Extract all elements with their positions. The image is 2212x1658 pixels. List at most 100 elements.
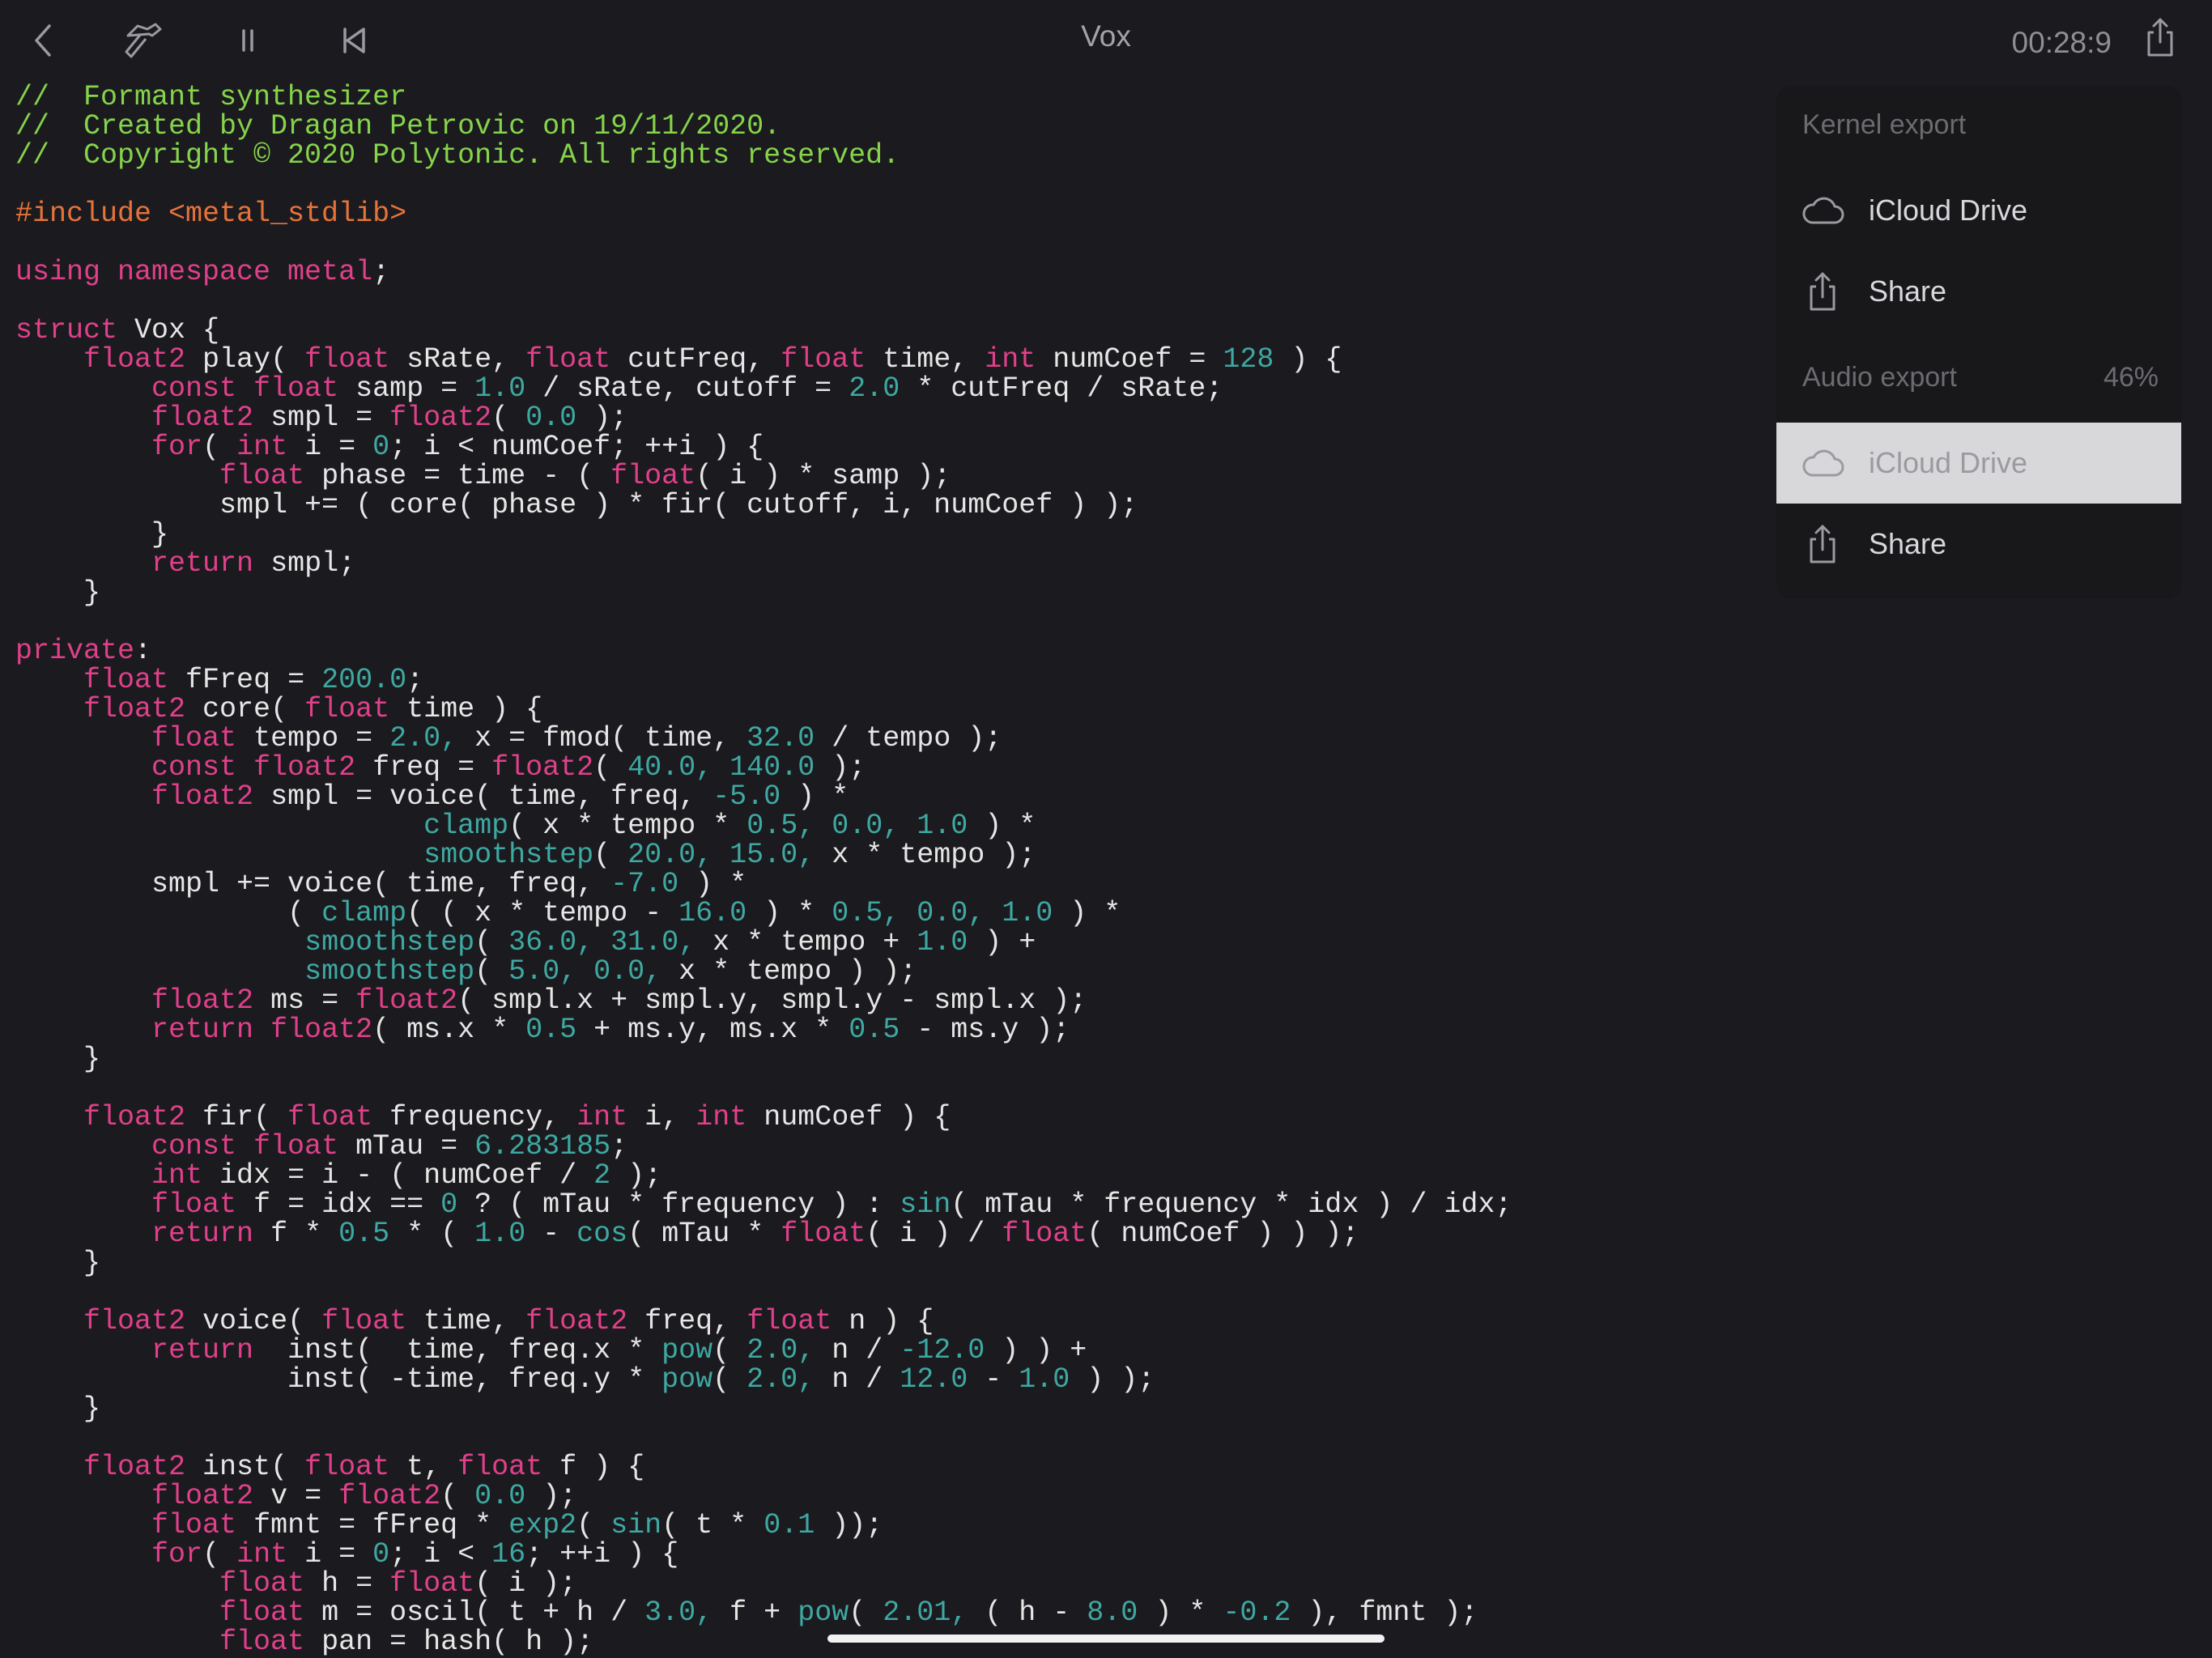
- code-line: private:: [15, 636, 1512, 665]
- code-token-default: time,: [406, 1305, 526, 1337]
- audio-share-item[interactable]: Share: [1776, 504, 2181, 585]
- code-editor[interactable]: // Formant synthesizer// Created by Drag…: [15, 83, 1512, 1656]
- menu-item-label: iCloud Drive: [1869, 193, 2028, 227]
- code-token-number: smoothstep: [304, 926, 475, 959]
- code-line: return f * 0.5 * ( 1.0 - cos( mTau * flo…: [15, 1219, 1512, 1248]
- code-line: const float2 freq = float2( 40.0, 140.0 …: [15, 753, 1512, 782]
- code-token-default: ( smpl.x + smpl.y, smpl.y - smpl.x );: [457, 984, 1087, 1017]
- code-token-default: x * tempo +: [696, 926, 917, 959]
- menu-item-label: Share: [1869, 527, 1947, 560]
- code-line: float tempo = 2.0, x = fmod( time, 32.0 …: [15, 724, 1512, 753]
- code-line: }: [15, 1248, 1512, 1278]
- code-line: return inst( time, freq.x * pow( 2.0, n …: [15, 1336, 1512, 1365]
- share-icon: [1799, 521, 1846, 568]
- code-token-number: pow: [661, 1334, 713, 1367]
- code-line: }: [15, 520, 1512, 549]
- code-token-default: [15, 547, 151, 580]
- code-token-keyword: float: [151, 1509, 237, 1541]
- code-token-default: [15, 664, 83, 696]
- code-line: struct Vox {: [15, 316, 1512, 345]
- code-token-default: [15, 1305, 83, 1337]
- code-token-number: 40.0, 140.0: [627, 751, 815, 784]
- code-token-number: 16.0: [678, 897, 747, 929]
- code-token-default: f ) {: [542, 1451, 645, 1483]
- code-token-number: -12.0: [900, 1334, 985, 1367]
- code-token-default: / tempo );: [815, 722, 1002, 755]
- code-line: float2 play( float sRate, float cutFreq,…: [15, 345, 1512, 374]
- code-token-default: ( mTau * frequency * idx ) / idx;: [951, 1188, 1512, 1221]
- code-token-number: 0.5: [525, 1014, 577, 1046]
- code-line: smoothstep( 20.0, 15.0, x * tempo );: [15, 840, 1512, 869]
- code-token-number: 20.0, 15.0,: [627, 839, 815, 871]
- code-token-number: 0: [372, 431, 390, 463]
- code-token-keyword: float: [321, 1305, 407, 1337]
- code-token-keyword: float2: [525, 1305, 628, 1337]
- code-token-keyword: float: [83, 664, 169, 696]
- code-line: float2 ms = float2( smpl.x + smpl.y, smp…: [15, 986, 1512, 1015]
- code-token-default: - ms.y );: [900, 1014, 1070, 1046]
- code-token-keyword: return: [151, 1334, 254, 1367]
- code-token-keyword: private: [15, 635, 135, 667]
- code-token-default: f = idx ==: [236, 1188, 441, 1221]
- code-token-number: -0.2: [1223, 1596, 1291, 1629]
- code-token-number: 36.0, 31.0,: [508, 926, 696, 959]
- code-line: float f = idx == 0 ? ( mTau * frequency …: [15, 1190, 1512, 1219]
- document-title: Vox: [1081, 19, 1131, 53]
- code-token-keyword: float: [151, 722, 237, 755]
- code-token-number: 1.0: [1019, 1363, 1070, 1396]
- audio-icloud-drive-item[interactable]: iCloud Drive: [1776, 423, 2181, 504]
- code-token-default: }: [15, 1043, 101, 1075]
- code-token-comment: // Formant synthesizer: [15, 81, 407, 113]
- code-token-keyword: float2: [338, 1480, 441, 1512]
- code-token-default: ;: [610, 1130, 628, 1163]
- code-token-default: ) {: [1274, 343, 1342, 376]
- code-token-number: smoothstep: [304, 955, 475, 988]
- playback-timer: 00:28:9: [2011, 26, 2112, 59]
- code-token-default: voice(: [185, 1305, 322, 1337]
- screen: Vox 00:28:9 // Formant synthesizer// Cre…: [0, 0, 2212, 1658]
- code-token-keyword: float: [457, 1451, 543, 1483]
- code-token-default: fir(: [185, 1101, 288, 1133]
- code-token-default: idx = i - ( numCoef /: [202, 1159, 594, 1192]
- code-line: smpl += voice( time, freq, -7.0 ) *: [15, 869, 1512, 899]
- code-token-default: [15, 1334, 151, 1367]
- share-icon[interactable]: [2138, 15, 2183, 60]
- code-token-default: freq =: [355, 751, 492, 784]
- code-line: float2 v = float2( 0.0 );: [15, 1482, 1512, 1511]
- code-line: float h = float( i );: [15, 1569, 1512, 1598]
- code-token-keyword: int: [696, 1101, 747, 1133]
- code-token-default: i =: [287, 1538, 373, 1571]
- code-token-default: [15, 810, 423, 842]
- code-token-default: * (: [389, 1218, 475, 1250]
- code-token-number: 8.0: [1087, 1596, 1138, 1629]
- code-token-default: cutFreq,: [610, 343, 781, 376]
- code-token-comment: // Created by Dragan Petrovic on 19/11/2…: [15, 110, 781, 142]
- code-token-default: * cutFreq / sRate;: [900, 372, 1223, 405]
- code-token-default: [15, 1014, 151, 1046]
- code-line: for( int i = 0; i < 16; ++i ) {: [15, 1540, 1512, 1569]
- code-token-default: );: [525, 1480, 577, 1512]
- code-token-keyword: float: [219, 1567, 305, 1600]
- code-token-keyword: float2: [151, 984, 254, 1017]
- code-token-default: }: [15, 576, 101, 609]
- code-token-keyword: const float: [151, 1130, 339, 1163]
- code-token-default: n /: [815, 1363, 900, 1396]
- code-token-number: 200.0: [321, 664, 407, 696]
- code-token-default: freq,: [627, 1305, 747, 1337]
- code-token-keyword: float2: [355, 984, 458, 1017]
- code-token-default: ( h -: [968, 1596, 1087, 1629]
- code-token-default: smpl = voice( time, freq,: [253, 780, 713, 813]
- code-token-default: / sRate, cutoff =: [525, 372, 849, 405]
- code-token-default: [15, 1538, 151, 1571]
- kernel-share-item[interactable]: Share: [1776, 251, 2181, 332]
- code-line: float2 core( float time ) {: [15, 695, 1512, 724]
- code-line: smpl += ( core( phase ) * fir( cutoff, i…: [15, 491, 1512, 520]
- code-token-default: }: [15, 518, 169, 551]
- code-token-default: (: [474, 926, 509, 959]
- code-token-default: numCoef =: [1036, 343, 1223, 376]
- code-token-default: (: [593, 839, 628, 871]
- code-token-default: ms =: [253, 984, 356, 1017]
- code-token-default: ));: [815, 1509, 883, 1541]
- code-line: #include <metal_stdlib>: [15, 199, 1512, 228]
- kernel-icloud-drive-item[interactable]: iCloud Drive: [1776, 170, 2181, 251]
